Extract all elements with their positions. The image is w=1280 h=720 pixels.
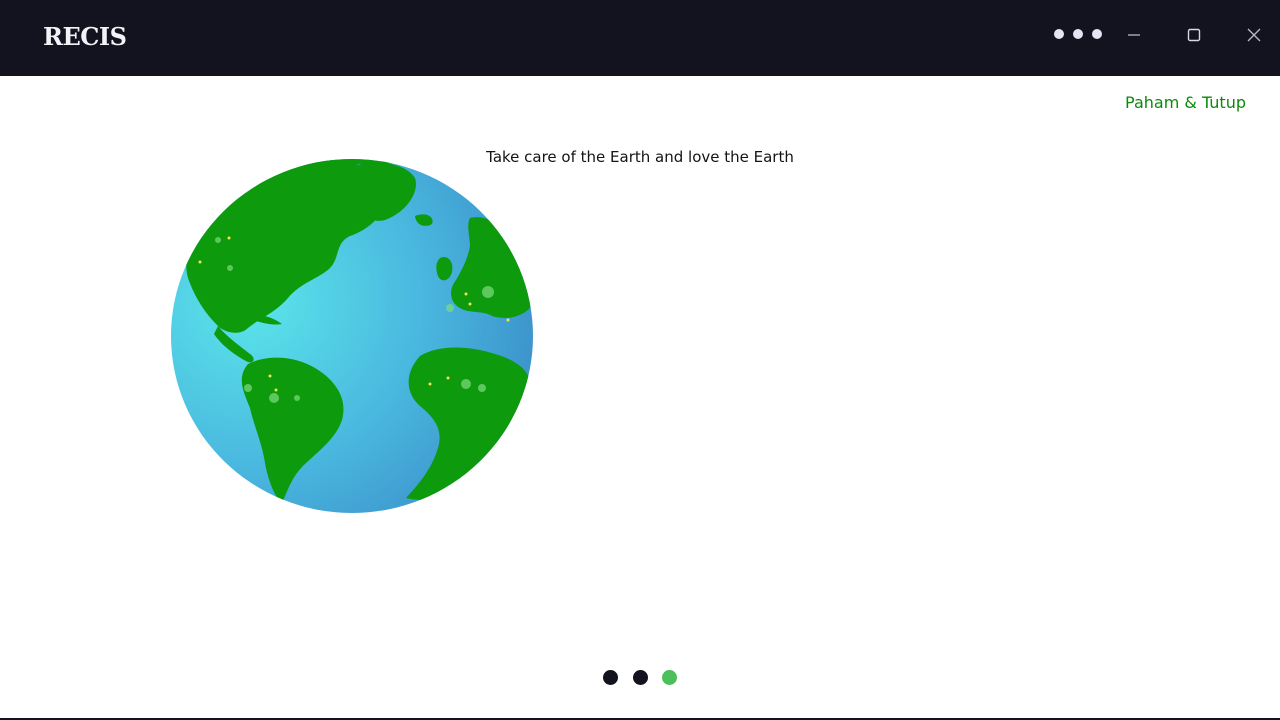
- menu-dot: [1092, 29, 1102, 39]
- app-title: RECIS: [43, 22, 127, 51]
- page-indicator: [603, 668, 677, 686]
- more-dots-icon[interactable]: [1050, 24, 1106, 44]
- menu-dot: [1054, 29, 1064, 39]
- close-icon: [1247, 28, 1261, 42]
- minimize-button[interactable]: [1119, 20, 1149, 50]
- title-bar: RECIS: [0, 0, 1280, 76]
- page-dot-1[interactable]: [603, 669, 618, 685]
- page-dot-2[interactable]: [632, 669, 648, 685]
- minimize-icon: [1128, 34, 1140, 36]
- main-content: Paham & Tutup Take care of the Earth and…: [0, 76, 1280, 718]
- maximize-button[interactable]: [1179, 20, 1209, 50]
- page-dot-3-active[interactable]: [662, 669, 677, 685]
- earth-globe-image: [171, 159, 533, 513]
- understand-close-link[interactable]: Paham & Tutup: [1125, 93, 1246, 112]
- menu-dot: [1073, 29, 1083, 39]
- close-button[interactable]: [1239, 20, 1269, 50]
- maximize-icon: [1187, 28, 1201, 42]
